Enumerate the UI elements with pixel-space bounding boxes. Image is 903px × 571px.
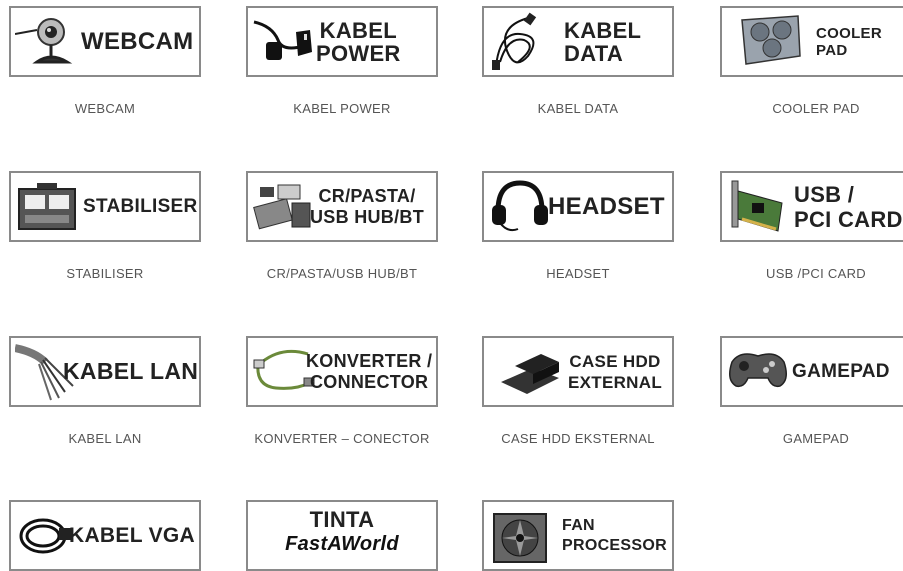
category-caption-link[interactable]: CR/PASTA/USB HUB/BT (237, 266, 447, 281)
card-title-line: USB HUB/BT (310, 206, 424, 227)
stabiliser-icon (18, 183, 76, 230)
category-card[interactable]: STABILISER (9, 171, 201, 242)
card-title-line: EXTERNAL (568, 372, 663, 392)
category-caption-link[interactable]: KONVERTER – CONECTOR (237, 431, 447, 446)
category-card[interactable]: USB / PCI CARD (720, 171, 903, 242)
category-card[interactable]: KABEL LAN (9, 336, 201, 407)
card-title-line: GAMEPAD (792, 361, 890, 382)
card-title-line: TINTA (309, 507, 375, 532)
card-title-line: PAD (816, 41, 848, 59)
category-caption-link[interactable]: WEBCAM (0, 101, 210, 116)
category-caption-link[interactable]: KABEL LAN (0, 431, 210, 446)
headset-icon (492, 180, 548, 232)
power-cable-icon (253, 20, 312, 60)
ink-logo-icon: FastAWorld (285, 533, 399, 555)
category-card[interactable]: HEADSET (482, 171, 674, 242)
category-card[interactable]: KONVERTER / CONNECTOR (246, 336, 438, 407)
card-title-line: CONNECTOR (309, 371, 429, 392)
card-title-line: KABEL VGA (69, 524, 195, 547)
card-title-line: USB / (794, 181, 855, 207)
gamepad-icon (729, 353, 787, 388)
card-title-line: KABEL (564, 17, 642, 43)
card-title-line: COOLER (816, 24, 882, 42)
category-caption-link[interactable]: COOLER PAD (711, 101, 903, 116)
category-caption-link[interactable]: HEADSET (473, 266, 683, 281)
hdd-case-icon (501, 354, 559, 394)
category-caption-link[interactable]: STABILISER (0, 266, 210, 281)
cooler-pad-icon (741, 15, 801, 65)
category-card[interactable]: KABEL DATA (482, 6, 674, 77)
category-caption-link[interactable]: USB /PCI CARD (711, 266, 903, 281)
card-title-line: PCI CARD (794, 206, 903, 232)
category-caption-link[interactable]: CASE HDD EKSTERNAL (473, 431, 683, 446)
card-title-line: PROCESSOR (562, 536, 667, 554)
category-caption-link[interactable]: KABEL DATA (473, 101, 683, 116)
category-card[interactable]: KABEL VGA (9, 500, 201, 571)
category-card[interactable]: TINTA FastAWorld (246, 500, 438, 571)
cpu-fan-icon (493, 513, 547, 563)
category-card[interactable]: WEBCAM (9, 6, 201, 77)
card-reader-icon (253, 184, 311, 230)
card-title-line: STABILISER (83, 196, 198, 217)
card-title-line: KONVERTER / (306, 350, 433, 371)
card-title-line: KABEL (319, 17, 397, 43)
card-title-line: DATA (564, 40, 624, 66)
card-title-line: CR/PASTA/ (318, 185, 416, 206)
card-title-line: POWER (316, 40, 401, 66)
category-card[interactable]: COOLER PAD (720, 6, 903, 77)
card-title-line: FAN (562, 516, 595, 534)
data-cable-icon (492, 12, 537, 70)
card-title-line: WEBCAM (81, 27, 194, 55)
category-caption-link[interactable]: GAMEPAD (711, 431, 903, 446)
category-card[interactable]: GAMEPAD (720, 336, 903, 407)
category-grid: WEBCAM WEBCAM KABEL POWER KABEL POWER KA… (0, 0, 903, 571)
webcam-icon (15, 18, 73, 64)
category-card[interactable]: FAN PROCESSOR (482, 500, 674, 571)
card-title-line: KABEL LAN (63, 358, 199, 384)
pci-card-icon (731, 180, 783, 232)
category-card[interactable]: CASE HDD EXTERNAL (482, 336, 674, 407)
card-title-line: CASE HDD (569, 351, 661, 371)
category-card[interactable]: KABEL POWER (246, 6, 438, 77)
category-card[interactable]: CR/PASTA/ USB HUB/BT (246, 171, 438, 242)
category-caption-link[interactable]: KABEL POWER (237, 101, 447, 116)
card-title-line: HEADSET (548, 192, 665, 220)
